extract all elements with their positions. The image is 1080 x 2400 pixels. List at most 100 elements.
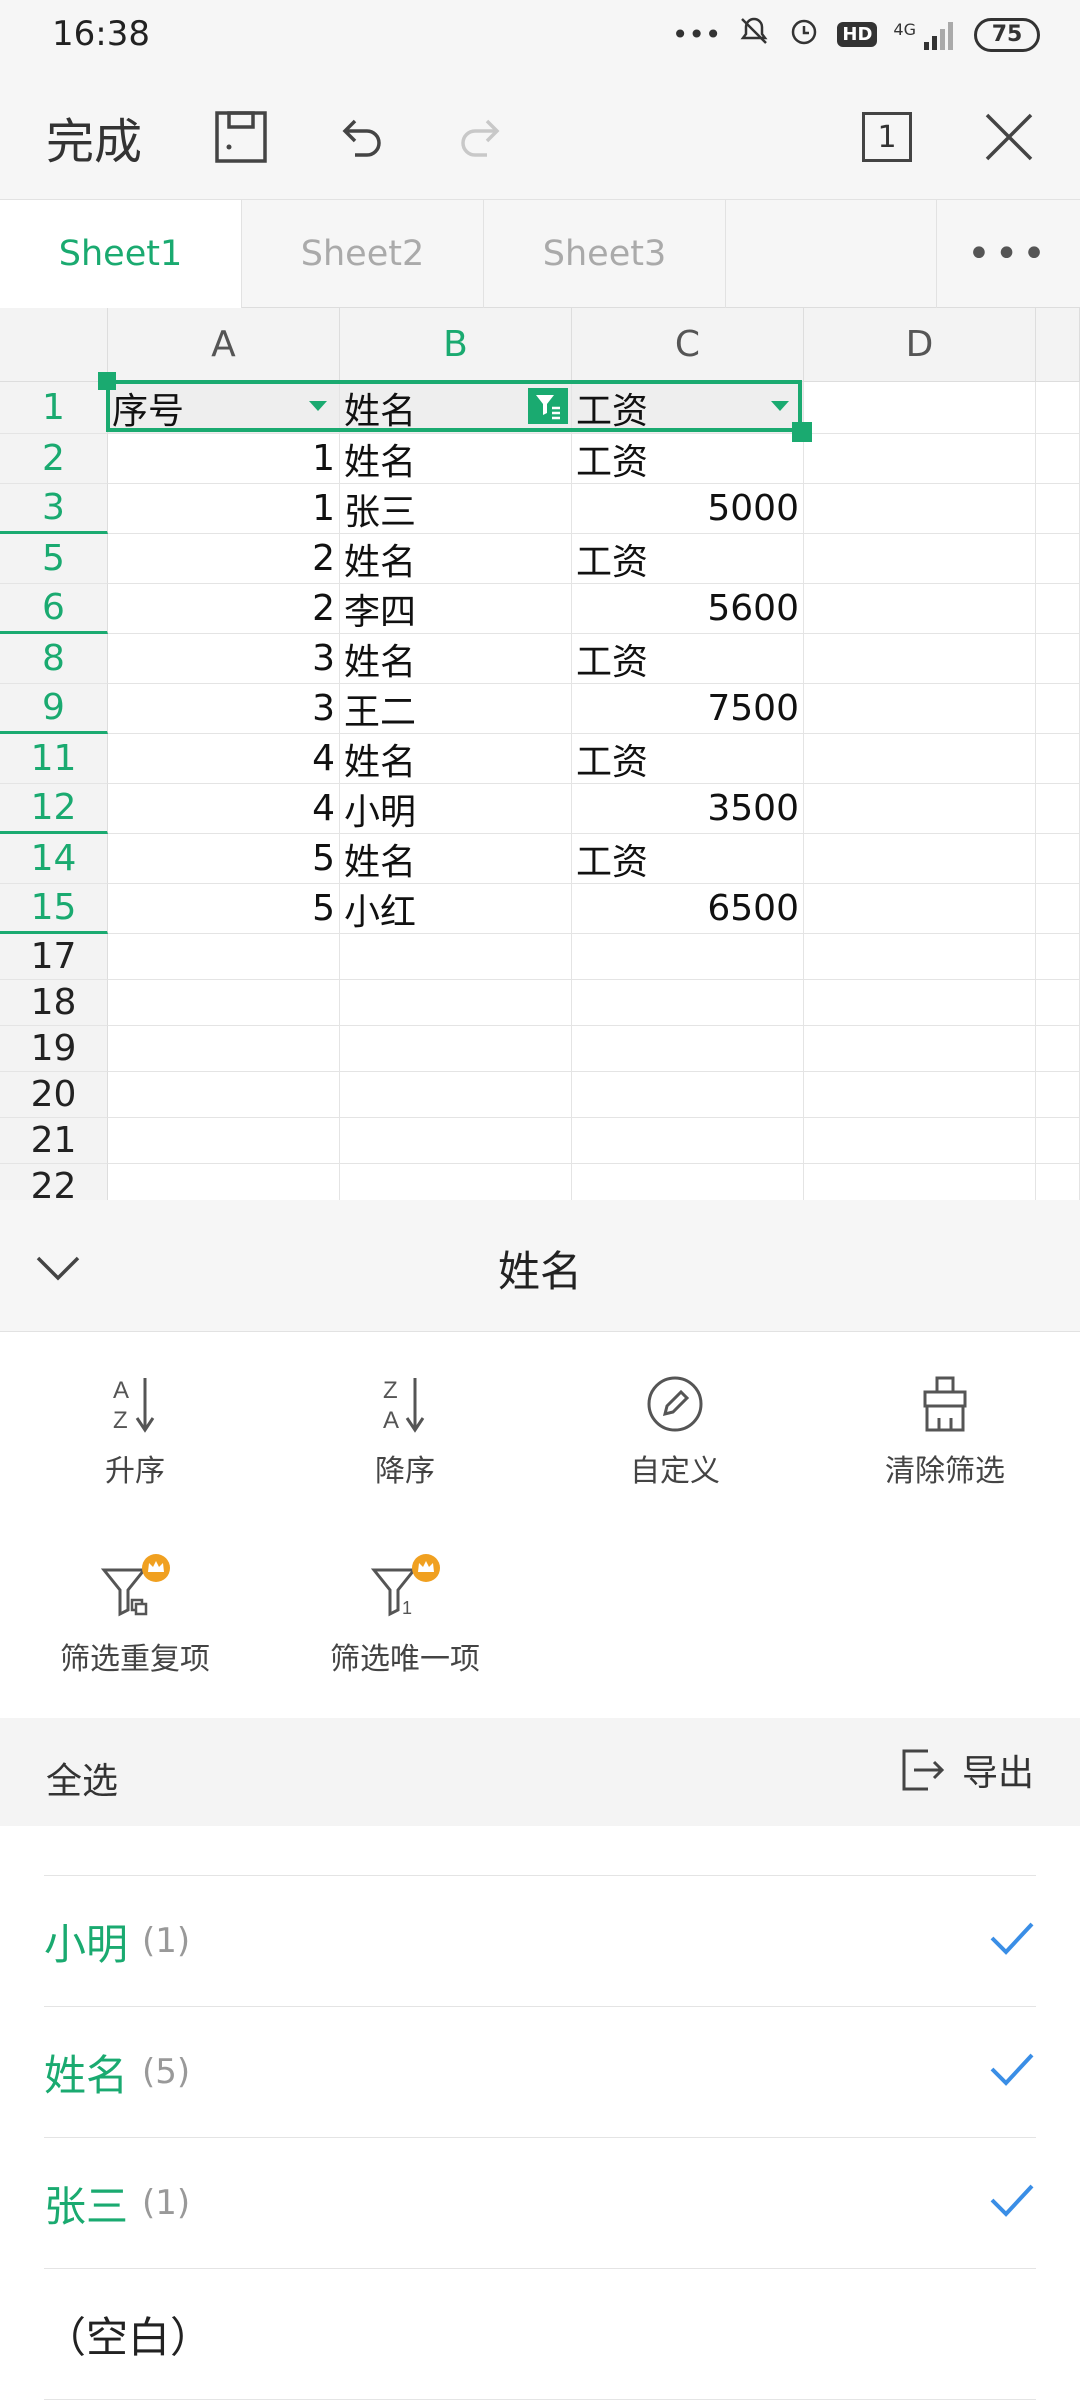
grid-cell[interactable] — [1036, 584, 1080, 634]
grid-cell[interactable]: 姓名 — [340, 834, 572, 884]
grid-cell[interactable] — [340, 1164, 572, 1200]
tab-sheet2[interactable]: Sheet2 — [242, 200, 484, 308]
grid-cell[interactable]: 4 — [108, 734, 340, 784]
window-switch-button[interactable]: 1 — [852, 102, 922, 172]
grid-cell[interactable] — [1036, 634, 1080, 684]
selection-handle-end[interactable] — [792, 422, 812, 442]
grid-cell[interactable] — [1036, 434, 1080, 484]
grid-cell[interactable]: 李四 — [340, 584, 572, 634]
filter-option-zhangsan[interactable]: 张三 (1) — [44, 2138, 1036, 2269]
row-header[interactable]: 17 — [0, 934, 108, 980]
close-button[interactable] — [974, 102, 1044, 172]
grid-cell[interactable]: 工资 — [572, 634, 804, 684]
filter-unique-button[interactable]: 1 筛选唯一项 — [270, 1552, 540, 1678]
spreadsheet-grid[interactable]: A B C D 1 序号 姓名 工资 2 1 姓名 工资 3 1 张三 5000 5 2 姓名 工资 6 2 李四 5… — [0, 308, 1080, 1200]
grid-cell[interactable] — [340, 934, 572, 980]
grid-cell[interactable] — [108, 980, 340, 1026]
grid-cell[interactable] — [1036, 1026, 1080, 1072]
grid-cell[interactable]: 小明 — [340, 784, 572, 834]
grid-cell[interactable] — [804, 884, 1036, 934]
grid-cell[interactable]: 2 — [108, 534, 340, 584]
grid-cell[interactable]: 工资 — [572, 834, 804, 884]
grid-cell[interactable] — [804, 484, 1036, 534]
filter-option-blank[interactable]: （空白） — [44, 2269, 1036, 2400]
grid-cell[interactable] — [1036, 734, 1080, 784]
row-header[interactable]: 5 — [0, 534, 108, 584]
sort-ascending-button[interactable]: A Z 升序 — [0, 1372, 270, 1490]
grid-cell[interactable] — [804, 434, 1036, 484]
grid-cell[interactable] — [108, 1072, 340, 1118]
grid-cell[interactable]: 工资 — [572, 534, 804, 584]
column-header-a[interactable]: A — [108, 308, 340, 382]
row-header[interactable]: 9 — [0, 684, 108, 734]
grid-cell[interactable] — [1036, 1164, 1080, 1200]
grid-cell[interactable]: 3 — [108, 684, 340, 734]
column-header-d[interactable]: D — [804, 308, 1036, 382]
grid-cell[interactable] — [804, 934, 1036, 980]
grid-cell[interactable]: 5 — [108, 834, 340, 884]
grid-cell[interactable]: 工资 — [572, 734, 804, 784]
grid-cell[interactable] — [572, 980, 804, 1026]
grid-cell[interactable] — [804, 1164, 1036, 1200]
grid-cell[interactable] — [340, 980, 572, 1026]
grid-cell[interactable] — [804, 784, 1036, 834]
grid-cell[interactable] — [804, 1026, 1036, 1072]
grid-cell[interactable]: 姓名 — [340, 634, 572, 684]
grid-cell[interactable]: 姓名 — [340, 534, 572, 584]
list-item-partial[interactable] — [44, 1826, 1036, 1876]
grid-cell[interactable] — [108, 934, 340, 980]
grid-cell[interactable] — [804, 584, 1036, 634]
row-header[interactable]: 15 — [0, 884, 108, 934]
row-header[interactable]: 3 — [0, 484, 108, 534]
grid-cell[interactable]: 姓名 — [340, 734, 572, 784]
grid-cell[interactable]: 7500 — [572, 684, 804, 734]
grid-cell[interactable] — [804, 1118, 1036, 1164]
grid-cell[interactable] — [804, 634, 1036, 684]
grid-cell[interactable] — [1036, 884, 1080, 934]
custom-filter-button[interactable]: 自定义 — [540, 1372, 810, 1490]
grid-cell[interactable] — [108, 1118, 340, 1164]
grid-cell[interactable] — [1036, 484, 1080, 534]
grid-cell[interactable] — [804, 382, 1036, 434]
grid-cell[interactable]: 3 — [108, 634, 340, 684]
grid-cell[interactable] — [340, 1072, 572, 1118]
clear-filter-button[interactable]: 清除筛选 — [810, 1372, 1080, 1490]
grid-cell[interactable] — [572, 1164, 804, 1200]
grid-cell[interactable] — [804, 734, 1036, 784]
row-header[interactable]: 12 — [0, 784, 108, 834]
column-header-c[interactable]: C — [572, 308, 804, 382]
filter-option-xingming[interactable]: 姓名 (5) — [44, 2007, 1036, 2138]
filter-duplicates-button[interactable]: 筛选重复项 — [0, 1552, 270, 1678]
grid-cell[interactable] — [108, 1164, 340, 1200]
grid-cell[interactable]: 2 — [108, 584, 340, 634]
row-header[interactable]: 21 — [0, 1118, 108, 1164]
grid-cell[interactable] — [572, 934, 804, 980]
grid-cell[interactable]: 3500 — [572, 784, 804, 834]
row-header[interactable]: 11 — [0, 734, 108, 784]
grid-cell[interactable] — [1036, 784, 1080, 834]
grid-cell[interactable] — [1036, 684, 1080, 734]
grid-cell[interactable]: 5 — [108, 884, 340, 934]
grid-cell[interactable] — [804, 1072, 1036, 1118]
grid-cell[interactable] — [1036, 534, 1080, 584]
save-button[interactable] — [206, 102, 276, 172]
grid-cell[interactable]: 6500 — [572, 884, 804, 934]
row-header[interactable]: 14 — [0, 834, 108, 884]
grid-cell[interactable]: 姓名 — [340, 434, 572, 484]
tab-sheet3[interactable]: Sheet3 — [484, 200, 726, 308]
grid-cell[interactable] — [572, 1026, 804, 1072]
column-header-b[interactable]: B — [340, 308, 572, 382]
row-header[interactable]: 19 — [0, 1026, 108, 1072]
grid-cell[interactable] — [1036, 934, 1080, 980]
grid-cell[interactable]: 张三 — [340, 484, 572, 534]
row-header[interactable]: 22 — [0, 1164, 108, 1200]
grid-cell[interactable]: 1 — [108, 434, 340, 484]
filter-dropdown-c[interactable] — [760, 388, 800, 424]
grid-cell[interactable]: 工资 — [572, 434, 804, 484]
sort-descending-button[interactable]: Z A 降序 — [270, 1372, 540, 1490]
corner-cell[interactable] — [0, 308, 108, 382]
grid-cell[interactable]: 5000 — [572, 484, 804, 534]
grid-cell[interactable]: 4 — [108, 784, 340, 834]
row-header[interactable]: 6 — [0, 584, 108, 634]
done-button[interactable]: 完成 — [46, 102, 142, 172]
